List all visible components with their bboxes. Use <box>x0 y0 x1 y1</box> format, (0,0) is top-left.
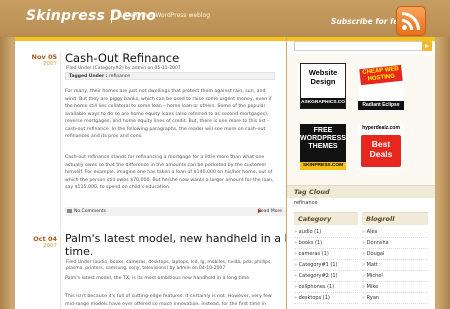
comments-link[interactable]: No Comments <box>74 209 106 214</box>
post-year: 2007 <box>43 243 57 249</box>
category-item[interactable]: » cameras (1) <box>294 249 358 260</box>
ad-caption: SKINPRESS.COM <box>300 162 346 170</box>
tag-link-refinance[interactable]: refinance <box>108 74 130 79</box>
sidebar: Website Design ASKGRAPHICS.COM CHEAP WEB… <box>287 37 435 309</box>
read-more-link[interactable]: Read More <box>258 209 282 214</box>
category-item[interactable]: » desktops (1) <box>294 293 358 304</box>
rss-dot <box>402 25 407 30</box>
ad-website-design[interactable]: Website Design ASKGRAPHICS.COM <box>300 63 346 109</box>
post-paragraph: Cash-out refinance stands for refinancin… <box>65 155 274 190</box>
ad-headline: CHEAP WEB HOSTING <box>359 64 403 86</box>
post-title-line[interactable]: Palm's latest model, new handheld in a l… <box>65 232 286 245</box>
ad-caption: ASKGRAPHICS.COM <box>301 98 345 108</box>
post-paragraph: This isn't because it's full of cutting-… <box>65 294 272 307</box>
post-paragraph: For many, their homes are just not dwell… <box>65 89 272 139</box>
blogroll-title: Blogroll <box>366 215 395 223</box>
category-item[interactable]: » Category#1 (1) <box>294 260 358 271</box>
category-item[interactable]: » Category#2 (1) <box>294 271 358 282</box>
post-date-divider <box>60 233 61 309</box>
tag-cloud-header: Tag Cloud <box>287 185 435 198</box>
blogroll-header: Blogroll <box>362 212 428 225</box>
blogroll-item[interactable]: » Ryan <box>362 293 428 304</box>
tag-cloud-link[interactable]: refinance <box>294 200 317 206</box>
category-item[interactable]: » audio (1) <box>294 227 358 238</box>
ad-caption: hyperdealz.com <box>362 125 400 131</box>
category-item[interactable]: » books (1) <box>294 238 358 249</box>
content-topbar <box>15 37 286 41</box>
post-date-divider <box>60 51 61 231</box>
post-title-line[interactable]: time. <box>65 245 93 258</box>
post-meta: Filed Under (audio, books, cameras, desk… <box>66 260 272 265</box>
ad-headline: Best Deals <box>361 135 401 167</box>
blogroll-item[interactable]: » Matt <box>362 260 428 271</box>
main-content: Nov 05 2007 Cash-Out Refinance Filed Und… <box>15 37 286 309</box>
post-title[interactable]: Cash-Out Refinance <box>65 51 179 65</box>
site-header: Skinpress Demo Just another WordPress we… <box>0 0 450 37</box>
title-separator <box>111 10 112 23</box>
category-header: Category <box>294 212 358 225</box>
category-item[interactable]: » cellphones (1) <box>294 282 358 293</box>
search-button[interactable] <box>422 41 432 51</box>
post-date: Oct 04 <box>33 235 57 243</box>
blogroll-item[interactable]: » Donnsha <box>362 238 428 249</box>
rss-feed-icon[interactable] <box>396 6 426 36</box>
ad-headline: Website Design <box>308 68 338 86</box>
blogroll-item[interactable]: » Alex <box>362 227 428 238</box>
post-year: 2007 <box>43 61 57 67</box>
ad-best-deals[interactable]: hyperdealz.com Best Deals <box>358 124 404 170</box>
tag-cloud-title: Tag Cloud <box>294 188 330 196</box>
post-meta: plasma, printers, samsung, sony, televis… <box>66 266 226 271</box>
blogroll-item[interactable]: » Dougal <box>362 249 428 260</box>
site-tagline: Just another WordPress weblog <box>117 12 211 19</box>
blogroll-item[interactable]: » Michel <box>362 271 428 282</box>
post-meta: Filed Under (Category#2) by admin on 05-… <box>66 66 181 71</box>
tagged-under-label: Tagged Under : <box>69 74 108 79</box>
post-footer: No Comments Read More <box>65 207 286 216</box>
ad-headline: FREE WORDPRESS THEMES <box>300 127 346 150</box>
comment-icon <box>67 209 72 213</box>
ad-caption: Radiant Eclipse <box>358 101 404 110</box>
post-date: Nov 05 <box>31 53 57 61</box>
tagged-under-box: Tagged Under : refinance <box>65 72 275 80</box>
post-paragraph: Palm's latest model, the TX, is its most… <box>65 276 251 281</box>
ad-cheap-web-hosting[interactable]: CHEAP WEB HOSTING Radiant Eclipse <box>358 64 404 110</box>
blogroll-item[interactable]: » Mike <box>362 282 428 293</box>
ad-free-wordpress-themes[interactable]: FREE WORDPRESS THEMES SKINPRESS.COM <box>300 124 346 170</box>
category-title: Category <box>298 215 332 223</box>
search-input[interactable] <box>294 41 423 51</box>
